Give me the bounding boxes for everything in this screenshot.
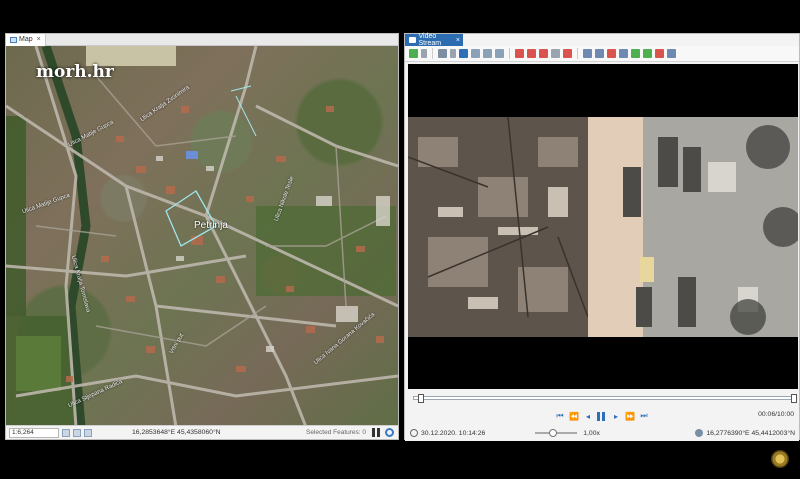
export-icon[interactable] — [631, 49, 640, 58]
tab-video-label: Video Stream — [418, 33, 442, 47]
map-view-icon[interactable] — [409, 49, 418, 58]
bookmark-icon[interactable] — [539, 49, 548, 58]
video-coordinates: 16,2776390°E 45,4412003°N — [706, 429, 795, 437]
rewind-icon[interactable]: ⏪ — [569, 412, 579, 421]
map-icon — [10, 36, 17, 43]
scale-value: 1:6,264 — [12, 429, 34, 436]
skip-start-icon[interactable]: ⏮ — [555, 411, 565, 421]
divider — [509, 48, 510, 59]
dropdown-icon[interactable] — [421, 49, 427, 58]
tab-map-label: Map — [19, 36, 33, 43]
timeline-end-handle[interactable] — [791, 394, 797, 403]
video-frame — [408, 117, 798, 337]
pause-drawing-icon[interactable] — [372, 428, 380, 437]
watermark-text: morh.hr — [36, 62, 114, 82]
selected-features-count: Selected Features: 0 — [306, 429, 366, 436]
playback-controls: ⏮ ⏪ ◂ ▸ ⏩ ⏭ 00:06/10:00 30.12.2020. 10:1… — [405, 389, 799, 441]
map-statusbar: 1:6,264 16,2853648°E 45,4358060°N Select… — [6, 425, 398, 439]
map-canvas[interactable]: morh.hr Petrinja Ulica Matije Gupca Ulic… — [6, 46, 398, 427]
flag-icon[interactable] — [655, 49, 664, 58]
step-back-icon[interactable]: ◂ — [583, 412, 593, 421]
playback-speed: 1,00x — [583, 429, 600, 437]
fast-forward-icon[interactable]: ⏩ — [625, 412, 635, 421]
grid-icon[interactable] — [62, 428, 70, 437]
video-info-row: 30.12.2020. 10:14:26 1,00x 16,2776390°E … — [405, 427, 799, 439]
clock-icon — [410, 429, 418, 437]
video-toolbar — [405, 46, 799, 62]
timecode: 00:06/10:00 — [758, 411, 794, 418]
speed-slider[interactable] — [535, 429, 578, 437]
map-imagery — [6, 46, 398, 427]
close-icon[interactable]: × — [37, 36, 41, 43]
frame-icon[interactable] — [583, 49, 592, 58]
tab-video-stream[interactable]: Video Stream × — [405, 33, 463, 47]
town-label: Petrinja — [194, 220, 228, 231]
bookmark-icon[interactable] — [515, 49, 524, 58]
scale-dropdown[interactable]: 1:6,264 — [9, 427, 59, 438]
bookmark-icon[interactable] — [527, 49, 536, 58]
map-tabbar: Map × — [6, 33, 398, 46]
grid-icon[interactable] — [73, 428, 81, 437]
close-icon[interactable]: × — [456, 37, 460, 44]
video-datetime: 30.12.2020. 10:14:26 — [421, 429, 486, 437]
zoom-icon[interactable] — [471, 49, 480, 58]
save-icon[interactable] — [459, 49, 468, 58]
bookmark-icon[interactable] — [563, 49, 572, 58]
grid-icon[interactable] — [84, 428, 92, 437]
broadcaster-logo — [771, 450, 789, 468]
playhead-handle[interactable] — [417, 394, 424, 403]
video-pane: Video Stream × ⏮ ⏪ ◂ ▸ ⏩ ⏭ 00:06/10:00 3… — [404, 33, 800, 441]
divider — [577, 48, 578, 59]
video-icon — [409, 37, 416, 43]
refresh-icon[interactable] — [385, 428, 394, 437]
video-frame-imagery — [408, 117, 798, 337]
speed-slider-knob[interactable] — [549, 429, 558, 437]
divider — [432, 48, 433, 59]
timeline-slider[interactable] — [413, 394, 797, 403]
step-forward-icon[interactable]: ▸ — [611, 412, 621, 421]
skip-end-icon[interactable]: ⏭ — [639, 411, 649, 421]
scissors-icon[interactable] — [551, 49, 560, 58]
frame-icon[interactable] — [619, 49, 628, 58]
playback-buttons: ⏮ ⏪ ◂ ▸ ⏩ ⏭ — [405, 409, 799, 423]
layout-icon[interactable] — [438, 49, 447, 58]
video-display[interactable] — [408, 64, 798, 389]
app-frame: Map × morh.hr Petrinja Ulica Matije Gupc… — [0, 0, 800, 479]
rotate-icon[interactable] — [495, 49, 504, 58]
export-icon[interactable] — [643, 49, 652, 58]
zoom-icon[interactable] — [483, 49, 492, 58]
video-coordinates-group: 16,2776390°E 45,4412003°N — [695, 429, 795, 437]
map-coordinates: 16,2853648°E 45,4358060°N — [132, 429, 221, 436]
frame-icon[interactable] — [595, 49, 604, 58]
settings-icon[interactable] — [667, 49, 676, 58]
globe-icon — [695, 429, 704, 437]
dropdown-icon[interactable] — [450, 49, 456, 58]
tab-map[interactable]: Map × — [6, 33, 46, 46]
capture-icon[interactable] — [607, 49, 616, 58]
map-pane: Map × morh.hr Petrinja Ulica Matije Gupc… — [5, 33, 399, 440]
pause-icon[interactable] — [597, 411, 607, 421]
